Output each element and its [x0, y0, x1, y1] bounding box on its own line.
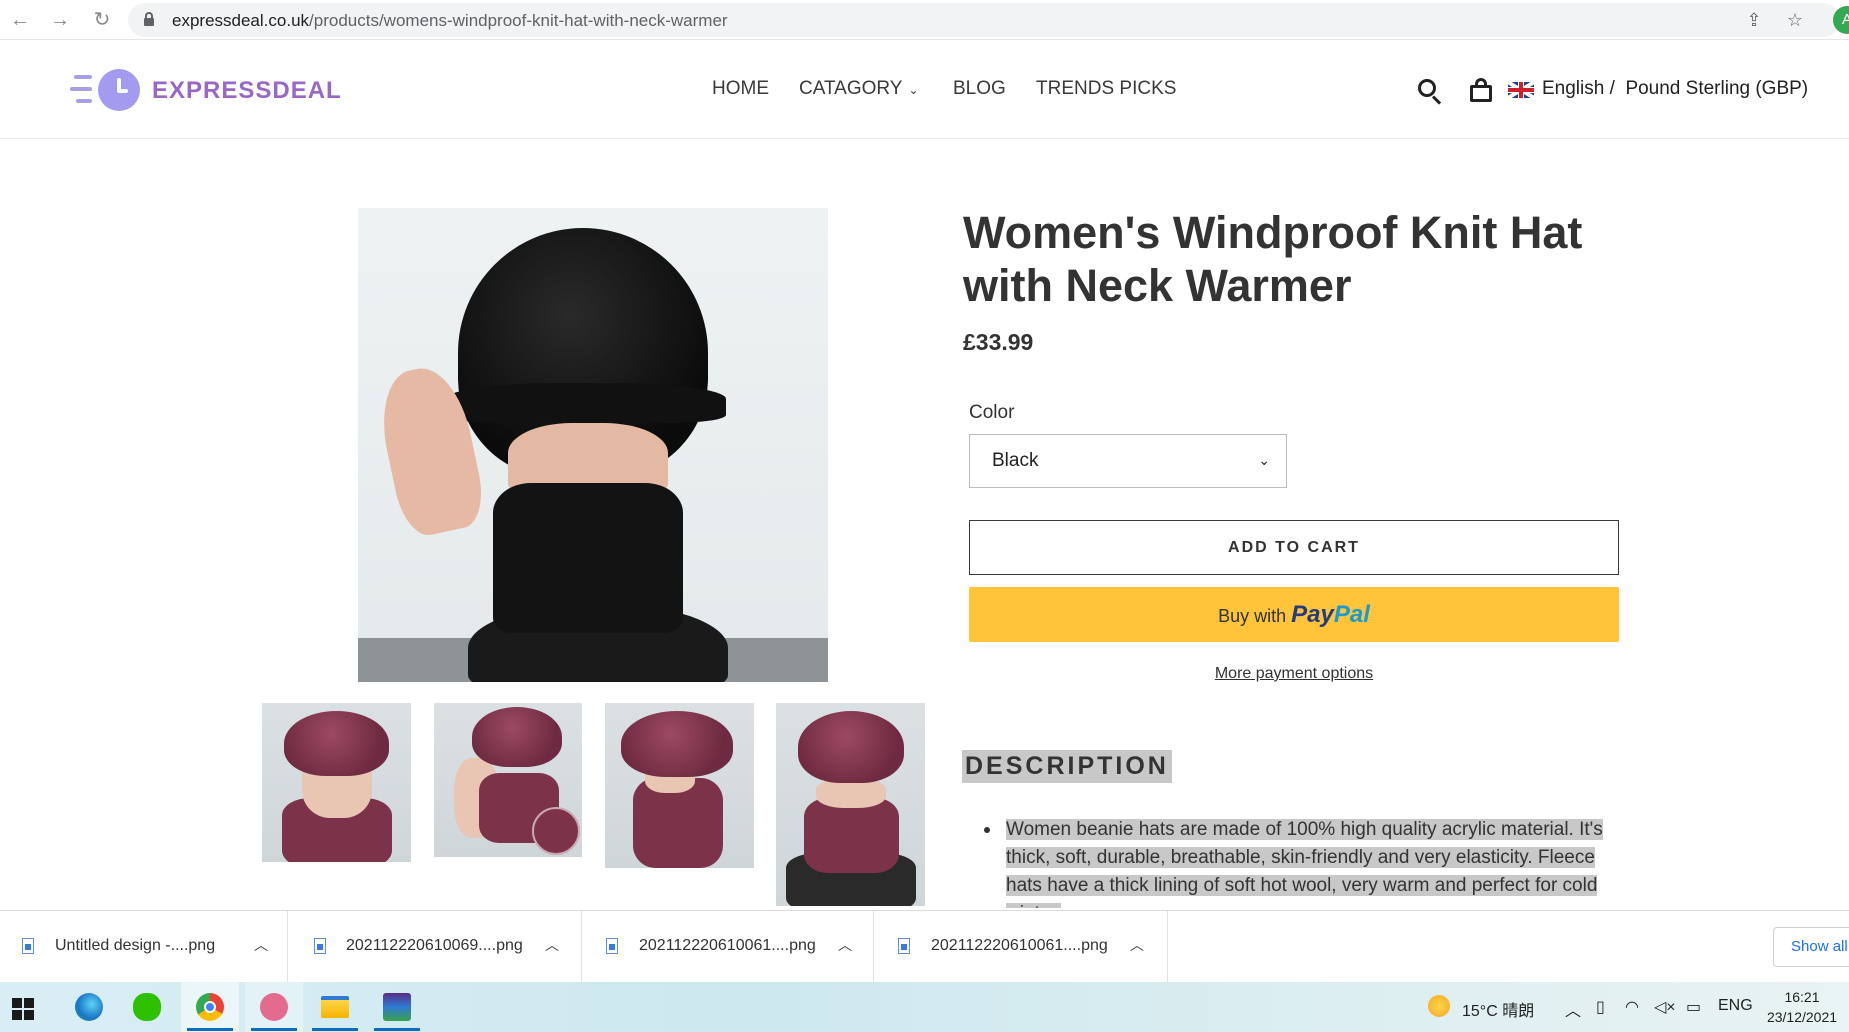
more-payment-options-link[interactable]: More payment options [969, 665, 1619, 683]
paypal-button[interactable]: Buy with PayPal [969, 587, 1619, 642]
bullet-icon [984, 827, 990, 833]
battery-icon[interactable]: ▭ [1686, 997, 1701, 1017]
download-filename: 202112220610061....png [639, 937, 816, 954]
download-item[interactable]: 202112220610069....png ︿ [288, 911, 582, 983]
download-item[interactable]: 202112220610061....png ︿ [874, 911, 1168, 983]
wechat-icon[interactable] [118, 982, 176, 1032]
store-header: EXPRESSDEAL HOME CATAGORY ⌄ BLOG TRENDS P… [0, 41, 1849, 139]
image-file-icon [898, 938, 910, 954]
back-arrow-icon[interactable]: ← [6, 6, 34, 34]
taskbar-clock[interactable]: 16:21 23/12/2021 [1764, 987, 1840, 1027]
color-select-value: Black [992, 450, 1039, 471]
chevron-up-icon[interactable]: ︿ [545, 935, 559, 955]
windows-start-icon[interactable] [12, 998, 34, 1020]
paypal-logo: PayPal [1291, 601, 1370, 628]
volume-muted-icon[interactable]: ◁× [1654, 997, 1676, 1017]
currency-label: Pound Sterling (GBP) [1625, 78, 1809, 99]
add-to-cart-button[interactable]: ADD TO CART [969, 520, 1619, 575]
product-thumbnail-1[interactable] [262, 703, 411, 862]
nav-trends-picks[interactable]: TRENDS PICKS [1036, 78, 1176, 100]
url-domain: expressdeal.co.uk [172, 11, 310, 30]
cart-bag-icon[interactable] [1470, 78, 1492, 102]
download-filename: 202112220610061....png [931, 937, 1108, 954]
archive-app-icon[interactable] [368, 982, 426, 1032]
nav-home[interactable]: HOME [712, 78, 769, 100]
image-file-icon [22, 938, 34, 954]
color-select[interactable]: Black ⌄ [969, 434, 1287, 488]
chevron-up-icon[interactable]: ︿ [838, 935, 852, 955]
language-label: English / [1542, 78, 1615, 99]
show-all-downloads-button[interactable]: Show all [1773, 927, 1849, 967]
download-filename: Untitled design -....png [55, 937, 216, 954]
clock-date: 23/12/2021 [1766, 1009, 1838, 1025]
paypal-logo-pay: Pay [1291, 601, 1334, 628]
clock-icon [98, 69, 140, 111]
product-thumbnail-4[interactable] [776, 703, 925, 906]
chevron-down-icon: ⌄ [908, 83, 919, 97]
clock-time: 16:21 [1784, 989, 1820, 1005]
bookmark-star-icon[interactable]: ☆ [1783, 9, 1807, 31]
description-list: Women beanie hats are made of 100% high … [984, 816, 1604, 908]
edge-browser-icon[interactable] [60, 982, 118, 1032]
chevron-up-icon[interactable]: ︿ [1565, 997, 1581, 1021]
product-price: £33.99 [963, 329, 1034, 355]
description-item: Women beanie hats are made of 100% high … [1006, 816, 1604, 908]
download-item[interactable]: 202112220610061....png ︿ [582, 911, 874, 983]
uk-flag-icon [1508, 82, 1534, 98]
download-filename: 202112220610069....png [346, 937, 523, 954]
input-language[interactable]: ENG [1718, 997, 1753, 1015]
windows-taskbar: 15°C 晴朗 ︿ ▯ ◠ ◁× ▭ ENG 16:21 23/12/2021 [0, 982, 1849, 1032]
url-path: /products/womens-windproof-knit-hat-with… [309, 11, 728, 30]
wifi-icon[interactable]: ◠ [1625, 997, 1639, 1017]
weather-text[interactable]: 15°C 晴朗 [1462, 997, 1534, 1021]
paypal-prefix: Buy with [1218, 606, 1287, 626]
lock-icon[interactable] [144, 12, 154, 26]
nav-category[interactable]: CATAGORY ⌄ [799, 78, 919, 100]
search-icon[interactable] [1418, 79, 1442, 105]
description-heading: DESCRIPTION [962, 750, 1172, 783]
reload-icon[interactable]: ↻ [88, 6, 116, 34]
chevron-up-icon[interactable]: ︿ [1130, 935, 1144, 955]
product-title: Women's Windproof Knit Hat with Neck War… [963, 207, 1583, 311]
product-thumbnail-2[interactable] [434, 703, 582, 857]
chevron-up-icon[interactable]: ︿ [254, 935, 268, 955]
url-text[interactable]: expressdeal.co.uk/products/womens-windpr… [172, 11, 728, 31]
usb-device-icon[interactable]: ▯ [1596, 997, 1605, 1017]
address-bar[interactable]: expressdeal.co.uk/products/womens-windpr… [128, 3, 1840, 37]
nav-category-label: CATAGORY [799, 78, 903, 99]
download-bar: Untitled design -....png ︿ 2021122206100… [0, 910, 1849, 983]
paypal-logo-pal: Pal [1333, 601, 1370, 628]
forward-arrow-icon[interactable]: → [46, 6, 74, 34]
send-app-icon[interactable] [245, 982, 303, 1032]
menu-lines-icon [70, 75, 94, 105]
image-file-icon [606, 938, 618, 954]
chrome-icon[interactable] [181, 982, 239, 1032]
nav-blog[interactable]: BLOG [953, 78, 1006, 100]
file-explorer-icon[interactable] [306, 982, 364, 1032]
description-text: Women beanie hats are made of 100% high … [1006, 819, 1603, 908]
download-item[interactable]: Untitled design -....png ︿ [0, 911, 288, 983]
share-icon[interactable]: ⇪ [1742, 9, 1766, 31]
chevron-down-icon: ⌄ [1258, 452, 1270, 468]
image-file-icon [314, 938, 326, 954]
weather-sun-icon[interactable] [1428, 995, 1450, 1017]
locale-selector[interactable]: English / Pound Sterling (GBP) [1542, 78, 1808, 100]
product-thumbnail-3[interactable] [605, 703, 754, 868]
logo-text: EXPRESSDEAL [152, 77, 342, 104]
color-label: Color [969, 402, 1015, 423]
browser-toolbar: ← → ↻ expressdeal.co.uk/products/womens-… [0, 0, 1849, 40]
product-main-image[interactable] [358, 208, 828, 682]
